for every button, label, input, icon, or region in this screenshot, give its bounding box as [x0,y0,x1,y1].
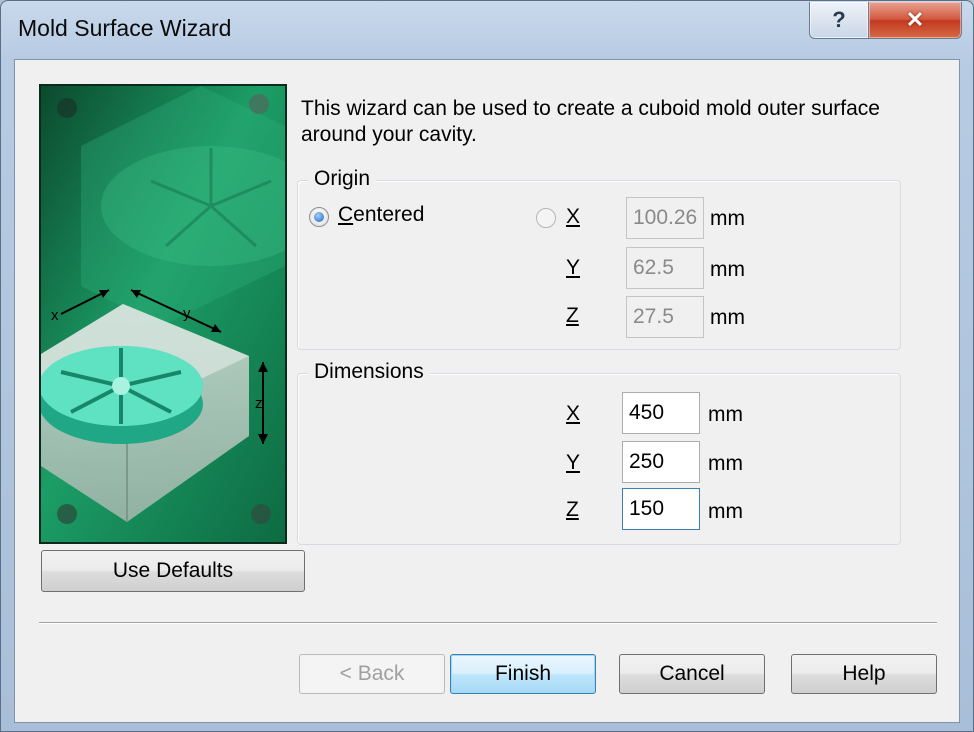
origin-group: Origin Centered X Y Z 100.26 62.5 27.5 m… [297,167,901,350]
origin-z-input[interactable]: 27.5 [626,296,704,338]
origin-y-label: Y [566,256,581,279]
back-button[interactable]: < Back [299,654,445,694]
intro-text: This wizard can be used to create a cubo… [301,97,880,146]
dimensions-z-unit: mm [708,500,743,523]
close-icon: ✕ [905,7,925,32]
origin-x-unit: mm [710,207,745,230]
axis-x-label: x [51,307,59,324]
origin-z-unit: mm [710,306,745,329]
dimensions-group: Dimensions X Y Z 450 250 150 mm mm mm [297,360,901,545]
origin-y-unit: mm [710,258,745,281]
radio-selected-dot [314,212,324,222]
dialog-client-area: x y z This wizard can be used to create … [14,59,960,723]
use-defaults-button[interactable]: Use Defaults [41,550,305,592]
centered-label[interactable]: Centered [338,203,424,227]
dimensions-y-label: Y [566,451,581,474]
dimensions-x-label: X [566,402,581,425]
dimensions-y-input[interactable]: 250 [622,441,700,483]
origin-z-label: Z [566,304,579,327]
button-separator [39,622,937,624]
origin-x-label: X [566,205,581,228]
title-close-button[interactable]: ✕ [868,2,962,39]
window-title: Mold Surface Wizard [18,15,232,41]
finish-button[interactable]: Finish [450,654,596,694]
origin-legend: Origin [308,167,377,191]
custom-origin-radio[interactable] [536,208,556,228]
dimensions-legend: Dimensions [308,360,430,384]
mold-diagram-icon: x y z [41,86,285,542]
origin-x-input[interactable]: 100.26 [626,197,704,239]
mold-illustration: x y z [39,84,287,544]
dimensions-z-label: Z [566,498,579,521]
cancel-button[interactable]: Cancel [619,654,765,694]
help-button[interactable]: Help [791,654,937,694]
dialog-window: Mold Surface Wizard ? ✕ x y z This wizar… [0,0,974,732]
title-help-button[interactable]: ? [809,2,869,39]
axis-z-label: z [255,395,263,412]
dimensions-x-unit: mm [708,403,743,426]
dimensions-x-input[interactable]: 450 [622,392,700,434]
dimensions-y-unit: mm [708,452,743,475]
axis-y-label: y [183,305,191,322]
question-icon: ? [832,7,846,32]
origin-y-input[interactable]: 62.5 [626,247,704,289]
centered-radio[interactable] [309,207,329,227]
dimensions-z-input[interactable]: 150 [622,488,700,530]
